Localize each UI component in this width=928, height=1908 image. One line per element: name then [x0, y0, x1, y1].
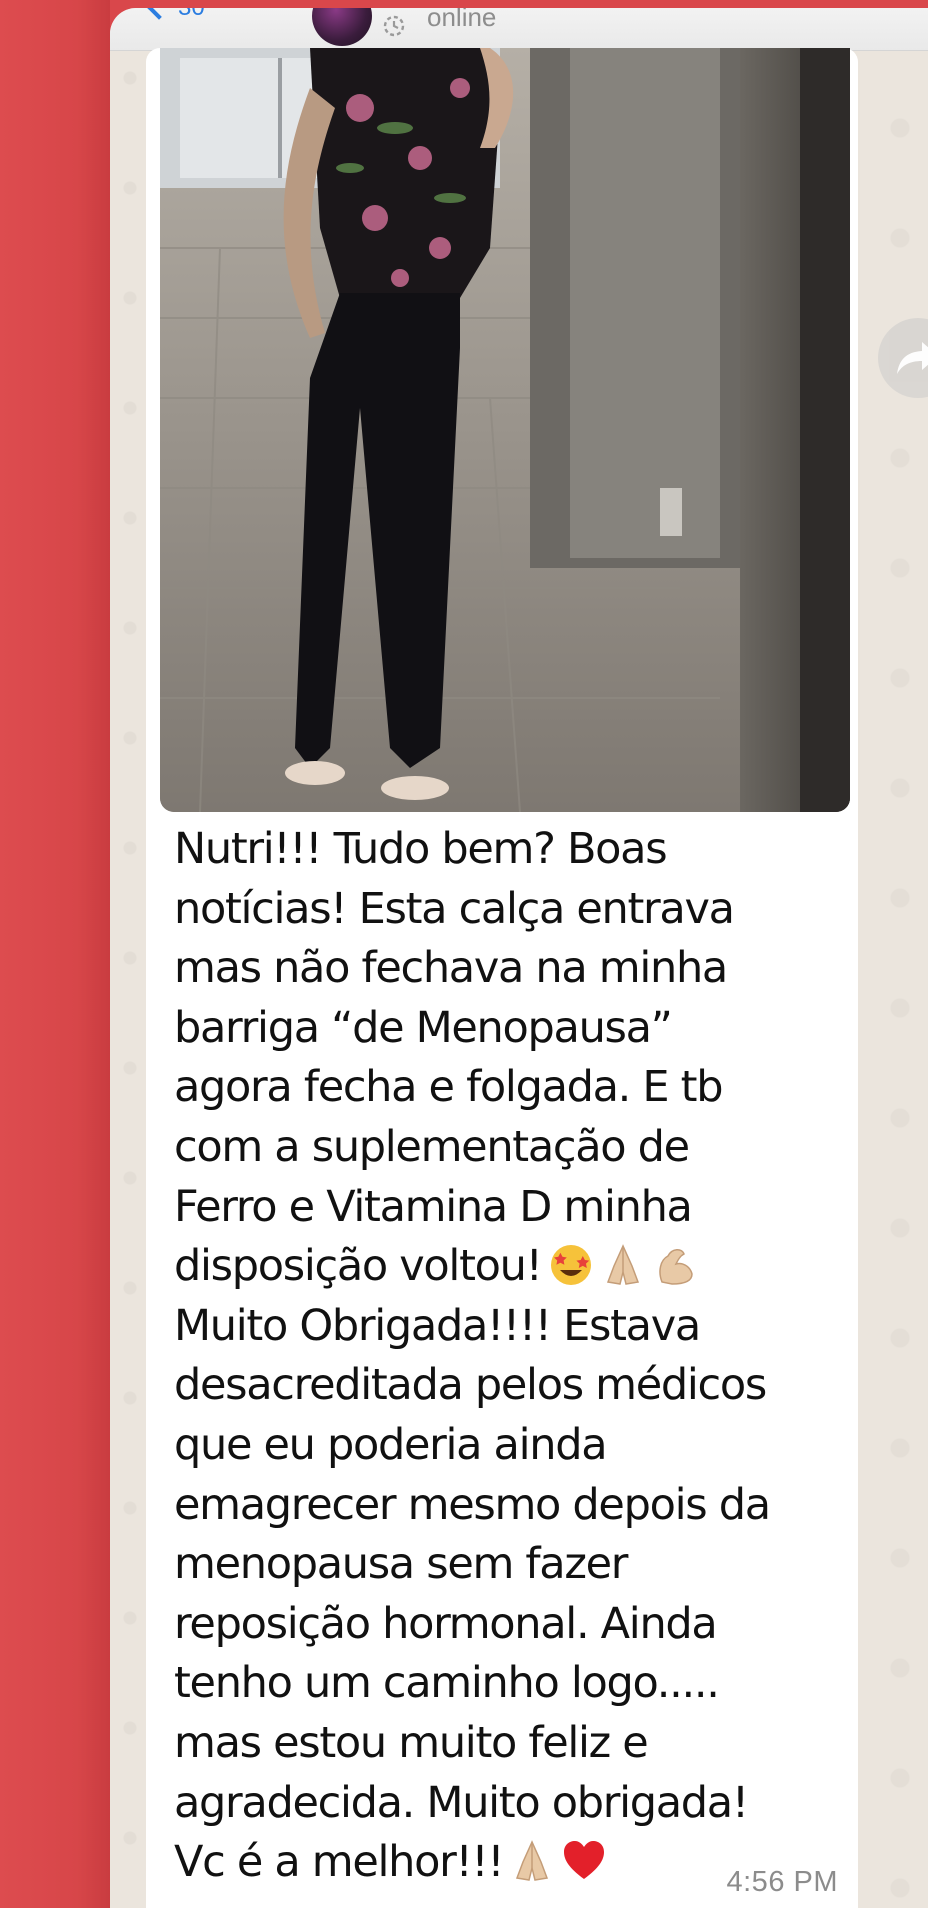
loading-spinner-icon	[383, 15, 405, 37]
folded-hands-emoji	[509, 1838, 555, 1884]
message-text: Nutri!!! Tudo bem? Boas notícias! Esta c…	[174, 820, 854, 1893]
chat-window: 30 online	[110, 8, 928, 1908]
background-frame	[0, 0, 110, 1908]
message-bubble[interactable]: Nutri!!! Tudo bem? Boas notícias! Esta c…	[146, 48, 858, 1908]
message-text-part-2: Muito Obrigada!!!! Estava desacreditada …	[174, 1300, 771, 1888]
folded-hands-emoji	[600, 1242, 646, 1288]
forward-arrow-icon	[897, 342, 928, 374]
message-text-part-1: Nutri!!! Tudo bem? Boas notícias! Esta c…	[174, 824, 735, 1292]
back-unread-count[interactable]: 30	[178, 8, 205, 22]
photo-image	[160, 48, 850, 812]
flexed-biceps-emoji	[652, 1242, 698, 1288]
chat-header: 30 online	[110, 8, 928, 51]
contact-avatar[interactable]	[312, 8, 372, 46]
red-heart-emoji	[561, 1838, 607, 1884]
message-photo[interactable]	[160, 48, 850, 812]
message-timestamp: 4:56 PM	[726, 1866, 838, 1898]
back-chevron-icon[interactable]	[146, 8, 172, 20]
contact-status: online	[427, 8, 497, 32]
star-struck-emoji	[548, 1242, 594, 1288]
